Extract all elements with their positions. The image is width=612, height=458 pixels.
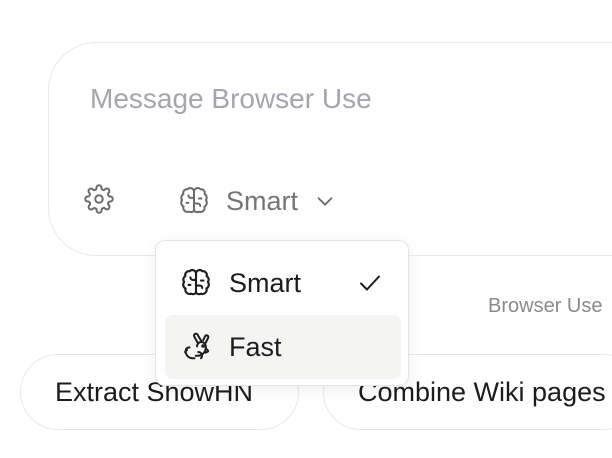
menu-item-smart[interactable]: Smart — [165, 251, 401, 315]
brain-icon — [179, 185, 211, 217]
page: Smart Browser Use Extract ShowHN Combine… — [0, 0, 612, 458]
mode-selector-button[interactable]: Smart — [179, 181, 336, 221]
mode-selected-label: Smart — [226, 185, 299, 216]
menu-item-fast[interactable]: Fast — [165, 315, 401, 379]
rabbit-icon — [181, 331, 213, 363]
message-composer: Smart — [48, 42, 612, 256]
settings-button[interactable] — [83, 183, 115, 219]
check-icon — [357, 271, 383, 300]
message-input[interactable] — [90, 83, 590, 115]
brain-icon — [181, 267, 213, 299]
gear-icon — [84, 183, 114, 219]
menu-item-label: Smart — [229, 267, 302, 298]
tagline: Browser Use — [488, 295, 603, 317]
chevron-down-icon — [314, 190, 336, 212]
mode-menu: Smart Fast — [155, 240, 409, 386]
menu-item-label: Fast — [229, 331, 282, 362]
